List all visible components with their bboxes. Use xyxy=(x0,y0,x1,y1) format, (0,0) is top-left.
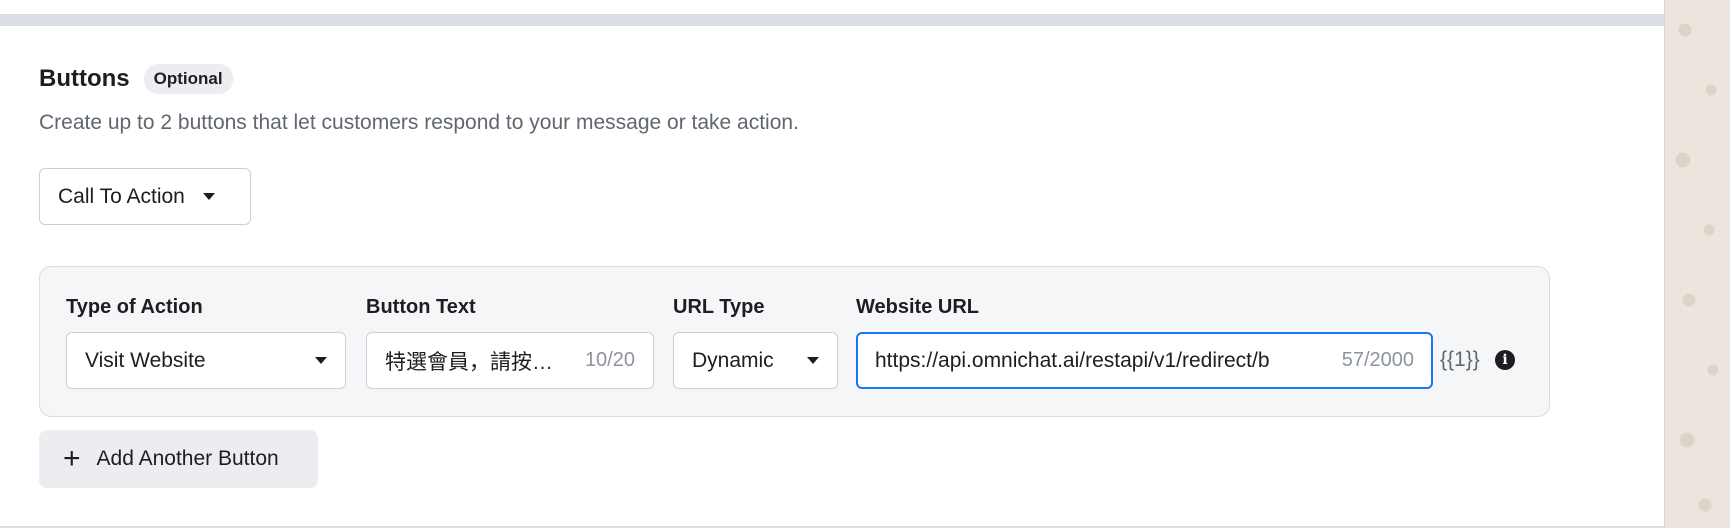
website-url-input[interactable]: https://api.omnichat.ai/restapi/v1/redir… xyxy=(856,332,1433,389)
url-type-value: Dynamic xyxy=(692,348,774,372)
button-category-value: Call To Action xyxy=(58,184,185,208)
website-url-char-counter: 57/2000 xyxy=(1341,349,1414,371)
button-text-label: Button Text xyxy=(366,296,476,318)
caret-down-icon xyxy=(202,193,215,200)
website-url-label: Website URL xyxy=(856,296,979,318)
add-another-button[interactable]: + Add Another Button xyxy=(39,430,318,488)
section-description: Create up to 2 buttons that let customer… xyxy=(39,111,799,134)
website-url-value: https://api.omnichat.ai/restapi/v1/redir… xyxy=(875,348,1270,372)
url-variable-tag: {{1}} xyxy=(1440,348,1480,371)
caret-down-icon xyxy=(807,357,819,364)
section-header: Buttons Optional xyxy=(39,64,233,94)
button-text-char-counter: 10/20 xyxy=(584,349,635,371)
section-title: Buttons xyxy=(39,65,130,92)
optional-badge: Optional xyxy=(143,64,233,94)
info-icon[interactable]: i xyxy=(1495,350,1515,370)
section-divider xyxy=(0,14,1664,26)
add-another-button-label: Add Another Button xyxy=(96,447,279,470)
button-text-input[interactable]: 特選會員，請按… 10/20 xyxy=(366,332,654,389)
button-category-select[interactable]: Call To Action xyxy=(39,168,251,225)
type-of-action-value: Visit Website xyxy=(85,348,206,372)
url-type-label: URL Type xyxy=(673,296,765,318)
button-text-value: 特選會員，請按… xyxy=(385,350,553,374)
url-type-select[interactable]: Dynamic xyxy=(673,332,838,389)
plus-icon: + xyxy=(63,442,81,475)
chat-preview-background xyxy=(1664,0,1730,528)
caret-down-icon xyxy=(315,357,327,364)
type-of-action-label: Type of Action xyxy=(66,296,203,318)
type-of-action-select[interactable]: Visit Website xyxy=(66,332,346,389)
